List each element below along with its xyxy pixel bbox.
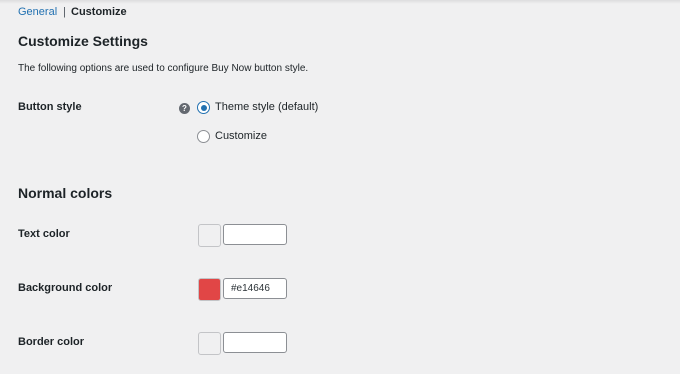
normal-colors-title: Normal colors — [18, 185, 113, 201]
border-color-label: Border color — [18, 336, 85, 348]
text-color-input[interactable] — [223, 224, 287, 245]
radio-theme-style-label[interactable]: Theme style (default) — [215, 101, 318, 113]
question-circle-icon[interactable]: ? — [179, 103, 190, 114]
button-style-label: Button style — [18, 101, 82, 113]
background-color-swatch[interactable] — [198, 278, 221, 301]
background-color-label: Background color — [18, 282, 113, 294]
radio-theme-style[interactable] — [197, 101, 210, 114]
radio-customize-label[interactable]: Customize — [215, 130, 267, 142]
radio-customize[interactable] — [197, 130, 210, 143]
subnav: General | Customize — [18, 5, 127, 19]
subnav-separator: | — [63, 6, 66, 18]
border-color-input[interactable] — [223, 332, 287, 353]
top-shadow — [0, 0, 680, 4]
background-color-input[interactable] — [223, 278, 287, 299]
subnav-current: Customize — [71, 6, 127, 18]
border-color-swatch[interactable] — [198, 332, 221, 355]
text-color-swatch[interactable] — [198, 224, 221, 247]
section-title: Customize Settings — [18, 33, 148, 49]
section-description: The following options are used to config… — [18, 63, 309, 74]
subnav-general-link[interactable]: General — [18, 6, 57, 18]
text-color-label: Text color — [18, 228, 70, 240]
